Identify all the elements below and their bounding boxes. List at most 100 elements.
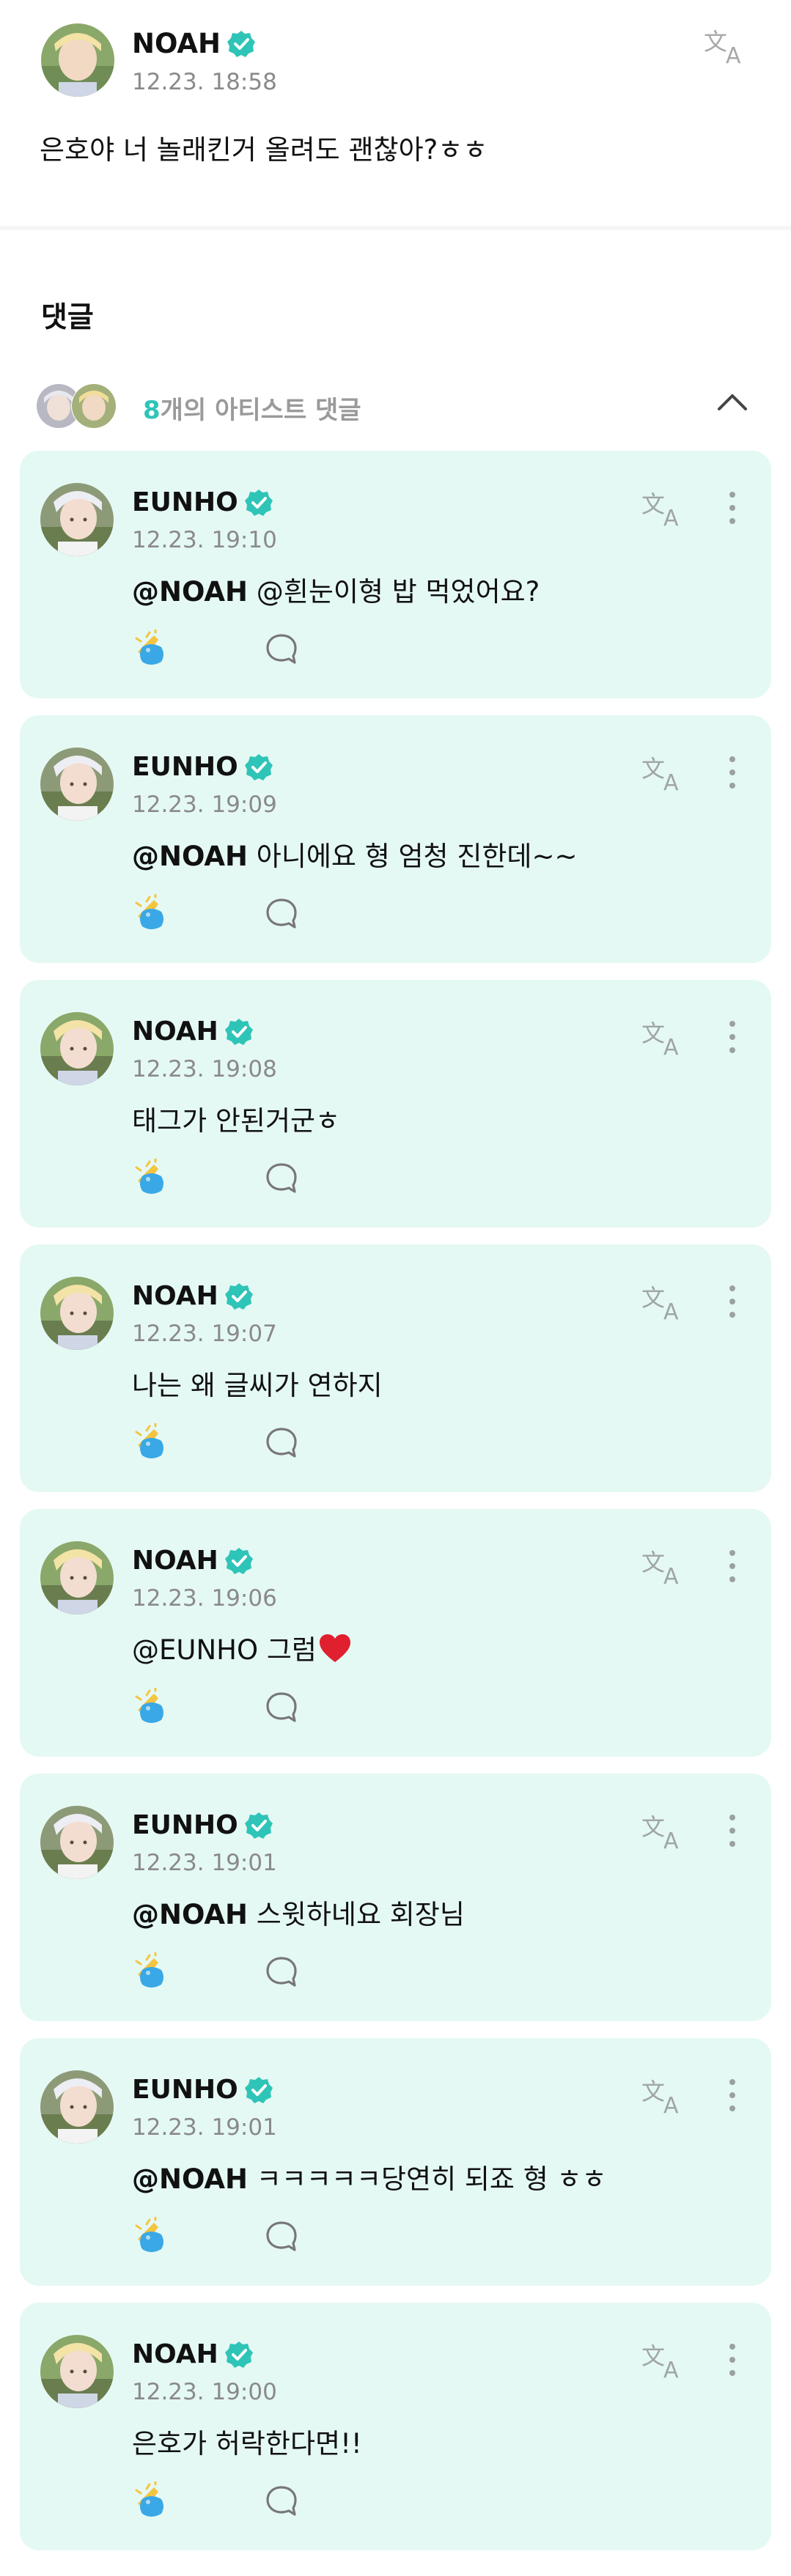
comment-author-avatar[interactable] [39,1011,115,1087]
post: NOAH 12.23. 18:58 文 A 은호야 너 놀래킨거 올려도 괜찮아… [0,0,791,224]
comment-author-name[interactable]: EUNHO [132,752,273,782]
translate-icon[interactable]: 文 A [641,487,687,528]
reply-bubble-icon[interactable] [264,1689,299,1724]
comment-author-name[interactable]: NOAH [132,1016,254,1047]
verified-badge-icon [244,1812,273,1839]
verified-badge-icon [244,489,273,516]
comment-author-avatar[interactable] [39,481,115,558]
comment-date: 12.23. 19:01 [132,2114,277,2141]
comment-author-label: NOAH [132,1281,218,1311]
artist-comments-toggle[interactable]: 8개의 아티스트 댓글 [0,375,791,434]
translate-icon[interactable]: 文 A [641,1281,687,1322]
more-vertical-icon[interactable] [724,1547,741,1585]
comment-author-avatar[interactable] [39,1275,115,1351]
comment-text: @NOAH 아니에요 형 엄청 진한데~~ [132,834,577,874]
cheer-icon[interactable] [132,1423,170,1461]
post-date: 12.23. 18:58 [132,69,277,95]
comment-date: 12.23. 19:08 [132,1056,277,1082]
comment-card-8: NOAH 12.23. 19:00 文 A 은호가 허락한다면!! [20,2303,771,2550]
more-vertical-icon[interactable] [724,753,741,791]
cheer-icon[interactable] [132,2217,170,2255]
comment-date: 12.23. 19:10 [132,527,277,553]
comment-author-label: EUNHO [132,487,238,517]
comment-author-label: NOAH [132,2339,218,2369]
post-author-name[interactable]: NOAH [132,28,256,59]
svg-text:A: A [663,1564,679,1587]
comment-author-avatar[interactable] [39,2069,115,2145]
artist-avatar-stack [35,383,123,429]
comment-mention[interactable]: @NOAH [132,1899,248,1930]
more-vertical-icon[interactable] [724,1812,741,1850]
comment-author-name[interactable]: EUNHO [132,2075,273,2105]
comment-text: 태그가 안된거군ㅎ [132,1099,340,1138]
cheer-icon[interactable] [132,630,170,668]
translate-icon[interactable]: 文 A [704,25,749,66]
svg-text:文: 文 [641,490,665,518]
comment-body: @EUNHO 그럼 [132,1634,317,1666]
more-vertical-icon[interactable] [724,489,741,527]
more-vertical-icon[interactable] [724,2076,741,2114]
comment-card-4: NOAH 12.23. 19:07 文 A 나는 왜 글씨가 연하지 [20,1244,771,1492]
more-vertical-icon[interactable] [724,2341,741,2379]
comment-author-label: NOAH [132,1016,218,1047]
reply-bubble-icon[interactable] [264,1425,299,1460]
more-vertical-icon[interactable] [724,1283,741,1321]
reply-bubble-icon[interactable] [264,1160,299,1195]
comment-text: @NOAH @흰눈이형 밥 먹었어요? [132,569,540,609]
comment-author-name[interactable]: NOAH [132,1281,254,1311]
svg-text:A: A [663,1299,679,1322]
translate-icon[interactable]: 文 A [641,1810,687,1851]
verified-badge-icon [224,1283,253,1310]
reply-bubble-icon[interactable] [264,2218,299,2254]
comments-title: 댓글 [41,301,94,334]
comment-author-avatar[interactable] [39,2333,115,2410]
comment-author-name[interactable]: NOAH [132,2339,254,2369]
comment-text: @EUNHO 그럼 [132,1628,352,1667]
reply-bubble-icon[interactable] [264,631,299,666]
svg-text:文: 文 [641,1549,665,1576]
comment-author-label: EUNHO [132,752,238,782]
verified-badge-icon [227,30,256,57]
reply-bubble-icon[interactable] [264,1954,299,1989]
translate-icon[interactable]: 文 A [641,1546,687,1587]
reply-bubble-icon[interactable] [264,2483,299,2518]
more-vertical-icon[interactable] [724,1018,741,1056]
svg-text:文: 文 [704,28,727,56]
comment-mention[interactable]: @NOAH [132,576,248,608]
cheer-icon[interactable] [132,1159,170,1197]
verified-badge-icon [224,1018,253,1045]
comment-author-avatar[interactable] [39,1804,115,1881]
artist-comments-text: 개의 아티스트 댓글 [160,396,361,425]
comment-card-5: NOAH 12.23. 19:06 文 A @EUNHO 그럼 [20,1509,771,1757]
translate-icon[interactable]: 文 A [641,2075,687,2116]
verified-badge-icon [224,1547,253,1574]
section-divider [0,226,791,230]
comment-author-name[interactable]: EUNHO [132,1810,273,1840]
comment-mention[interactable]: @NOAH [132,841,248,872]
reply-bubble-icon[interactable] [264,896,299,931]
svg-text:文: 文 [641,1813,665,1841]
comment-date: 12.23. 19:00 [132,2379,277,2405]
comment-body: 은호가 허락한다면!! [132,2428,362,2459]
comment-mention[interactable]: @NOAH [132,2163,248,2195]
translate-icon[interactable]: 文 A [641,1016,687,1058]
comment-author-label: EUNHO [132,2075,238,2105]
comment-card-3: NOAH 12.23. 19:08 文 A 태그가 안된거군ㅎ [20,980,771,1228]
cheer-icon[interactable] [132,1688,170,1726]
translate-icon[interactable]: 文 A [641,752,687,793]
svg-text:A: A [663,506,679,528]
translate-icon[interactable]: 文 A [641,2339,687,2380]
cheer-icon[interactable] [132,2481,170,2520]
comment-author-avatar[interactable] [39,1540,115,1616]
cheer-icon[interactable] [132,894,170,932]
svg-text:A: A [726,43,741,66]
post-author-label: NOAH [132,28,221,59]
cheer-icon[interactable] [132,1952,170,1990]
chevron-up-icon[interactable] [715,387,750,416]
comment-author-avatar[interactable] [39,746,115,822]
comment-author-name[interactable]: NOAH [132,1546,254,1576]
comment-author-label: EUNHO [132,1810,238,1840]
comment-author-name[interactable]: EUNHO [132,487,273,517]
comment-date: 12.23. 19:01 [132,1850,277,1876]
post-author-avatar[interactable] [40,22,116,98]
